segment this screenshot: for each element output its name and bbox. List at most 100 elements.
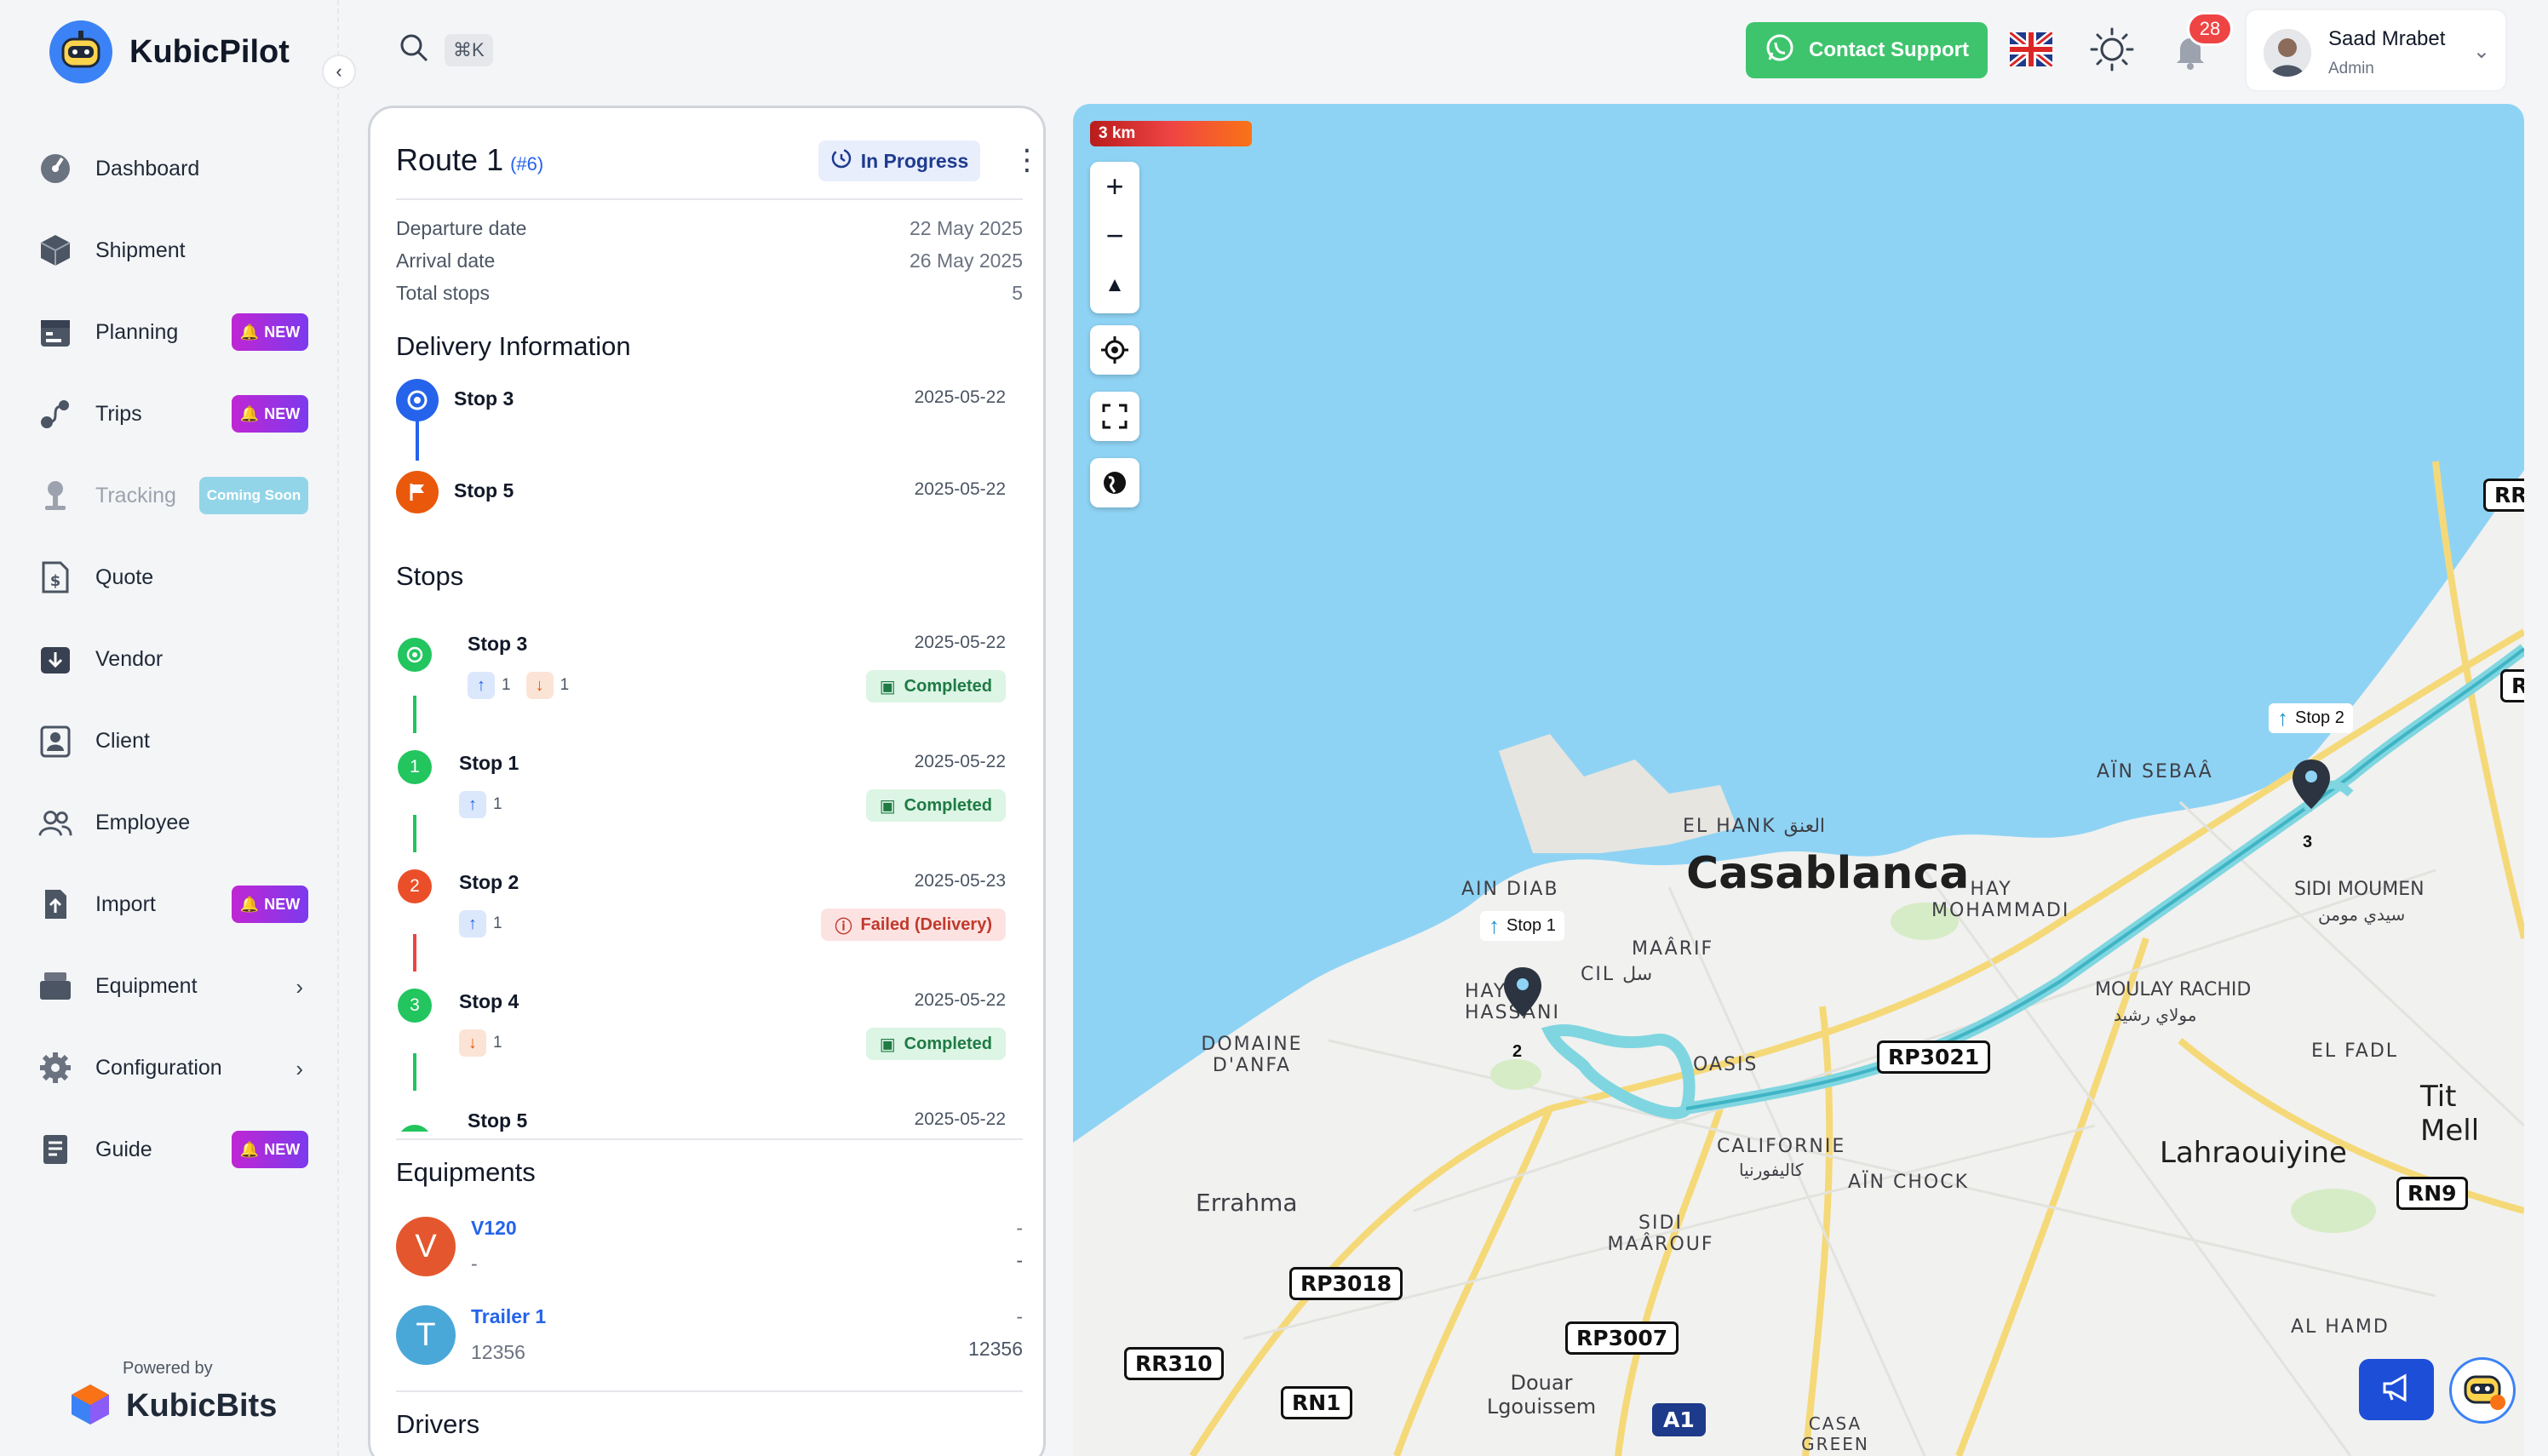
sidebar-item-quote[interactable]: $ Quote (37, 536, 310, 618)
sidebar-item-equipment[interactable]: Equipment › (37, 945, 310, 1027)
sidebar-item-label: Planning (95, 319, 179, 344)
status-badge[interactable]: In Progress (818, 140, 980, 181)
globe-button[interactable] (1090, 458, 1139, 507)
map-pin-icon[interactable] (2291, 758, 2332, 815)
list-item[interactable]: Stop 5 2025-05-22 (396, 1106, 1006, 1132)
compass-icon[interactable]: ▲ (1090, 261, 1139, 310)
map-stop-tag[interactable]: ↑ Stop 2 (2269, 703, 2353, 733)
app-logo[interactable]: KubicPilot (49, 20, 290, 83)
employees-icon (37, 805, 73, 840)
sidebar-item-vendor[interactable]: Vendor (37, 618, 310, 700)
collapse-sidebar-button[interactable]: ‹ (322, 54, 356, 89)
package-icon: ▣ (879, 796, 896, 816)
new-badge: 🔔 NEW (232, 1131, 308, 1168)
search-button[interactable]: ⌘K (399, 32, 493, 67)
search-shortcut: ⌘K (445, 33, 493, 66)
import-icon (37, 886, 73, 922)
delivery-info-heading: Delivery Information (396, 331, 631, 361)
calendar-icon (37, 314, 73, 350)
equipment-item[interactable]: T Trailer 1 12356 - 12356 (396, 1305, 1023, 1373)
road-label: RP3018 (1289, 1267, 1403, 1300)
sidebar-item-shipment[interactable]: Shipment (37, 209, 310, 291)
uk-flag-icon[interactable] (2007, 29, 2055, 70)
in-progress-icon (830, 147, 852, 175)
zoom-in-button[interactable]: + (1090, 162, 1139, 211)
arrival-date-row: Arrival date 26 May 2025 (396, 249, 1023, 272)
divider (396, 198, 1023, 200)
fullscreen-button[interactable] (1090, 392, 1139, 441)
theme-toggle-sun-icon[interactable] (2088, 26, 2136, 73)
robot-ai-icon (2459, 1365, 2506, 1417)
sidebar-item-employee[interactable]: Employee (37, 782, 310, 863)
divider (396, 1138, 1023, 1140)
route-map[interactable]: 3 km + − ▲ EL HANK العنق Casablanca AIN … (1073, 104, 2524, 1456)
divider (396, 1390, 1023, 1392)
list-item[interactable]: Stop 3 2025-05-22 ↑ 1 ↓ 1 ▣ Completed (396, 629, 1006, 723)
status-badge: ▣ Completed (865, 1028, 1006, 1060)
sidebar-item-label: Equipment (95, 973, 198, 998)
bell-icon: 🔔 (239, 323, 260, 341)
map-pin-icon[interactable] (1502, 966, 1543, 1023)
globe-icon (1090, 458, 1139, 507)
total-stops-row: Total stops 5 (396, 282, 1023, 304)
package-icon: ▣ (879, 677, 896, 696)
scale-bar: 3 km (1090, 121, 1252, 146)
equipment-link[interactable]: Trailer 1 (471, 1305, 546, 1328)
delivery-start-row[interactable]: Stop 3 2025-05-22 (396, 379, 1006, 421)
drivers-heading: Drivers (396, 1409, 480, 1439)
sidebar-item-configuration[interactable]: Configuration › (37, 1027, 310, 1109)
tracking-icon (37, 478, 73, 513)
sidebar-item-label: Configuration (95, 1055, 222, 1080)
app-name: KubicPilot (129, 33, 290, 70)
powered-by: Powered by KubicBits (68, 1359, 277, 1430)
equipment-item[interactable]: V V120 - - - (396, 1217, 1023, 1285)
list-item[interactable]: 2 Stop 2 2025-05-23 ↑ 1 ⓘ Failed (Delivery… (396, 868, 1006, 961)
new-badge: 🔔 NEW (232, 886, 308, 923)
ai-assistant-button[interactable] (2449, 1357, 2516, 1424)
list-item[interactable]: 3 Stop 4 2025-05-22 ↓ 1 ▣ Completed (396, 987, 1006, 1081)
sidebar-item-client[interactable]: Client (37, 700, 310, 782)
bell-icon: 🔔 (239, 895, 260, 913)
bell-icon: 🔔 (239, 404, 260, 422)
zoom-out-button[interactable]: − (1090, 211, 1139, 261)
road-label: RR310 (1124, 1347, 1224, 1380)
more-options-icon[interactable]: ⋮ (1013, 146, 1042, 175)
user-name: Saad Mrabet (2328, 27, 2446, 50)
list-item[interactable]: 1 Stop 1 2025-05-22 ↑ 1 ▣ Completed (396, 748, 1006, 842)
status-badge: ▣ Completed (865, 789, 1006, 822)
delivery-end-row[interactable]: Stop 5 2025-05-22 (396, 471, 1006, 513)
search-icon (399, 32, 429, 67)
equipment-avatar: T (396, 1305, 456, 1365)
route-details-panel: Route 1 (#6) In Progress ⋮ Departure date… (368, 106, 1046, 1456)
pin-label: 2 (1512, 1042, 1523, 1061)
status-badge: ⓘ Failed (Delivery) (821, 909, 1006, 941)
sidebar-item-dashboard[interactable]: Dashboard (37, 128, 310, 209)
sidebar-item-guide[interactable]: Guide 🔔 NEW (37, 1109, 310, 1190)
package-icon: ▣ (879, 1035, 896, 1054)
zoom-controls: + − ▲ (1090, 162, 1139, 313)
user-menu[interactable]: Saad Mrabet Admin ⌄ (2245, 9, 2507, 92)
whatsapp-icon (1765, 32, 1795, 69)
topbar: ⌘K Contact Support 28 Saad Mrabet Admin … (341, 0, 2548, 104)
equipment-link[interactable]: V120 (471, 1217, 517, 1240)
dropoff-arrow-icon: ↓ (525, 672, 554, 699)
gear-icon (37, 1050, 73, 1086)
map-stop-tag[interactable]: ↑ Stop 1 (1480, 911, 1564, 941)
contact-support-button[interactable]: Contact Support (1746, 22, 1988, 78)
dropoff-arrow-icon: ↓ (459, 1029, 486, 1057)
sidebar-item-planning[interactable]: Planning 🔔 NEW (37, 291, 310, 373)
sidebar-item-trips[interactable]: Trips 🔔 NEW (37, 373, 310, 455)
locate-button[interactable] (1090, 325, 1139, 375)
stop-number: 3 (398, 989, 432, 1023)
sidebar-item-import[interactable]: Import 🔔 NEW (37, 863, 310, 945)
invoice-icon: $ (37, 559, 73, 595)
chevron-right-icon: › (296, 974, 303, 1000)
start-target-icon (398, 638, 432, 672)
announcements-button[interactable] (2359, 1359, 2434, 1420)
sidebar-item-label: Vendor (95, 646, 164, 671)
route-title: Route 1 (#6) (396, 142, 544, 177)
road-label: RR (2483, 479, 2524, 512)
sidebar-item-tracking[interactable]: Tracking Coming Soon (37, 455, 310, 536)
load-chips: ↑ 1 ↓ 1 (468, 672, 569, 699)
sidebar-nav: Dashboard Shipment Planning 🔔 NEW Trips 🔔… (37, 128, 310, 1190)
